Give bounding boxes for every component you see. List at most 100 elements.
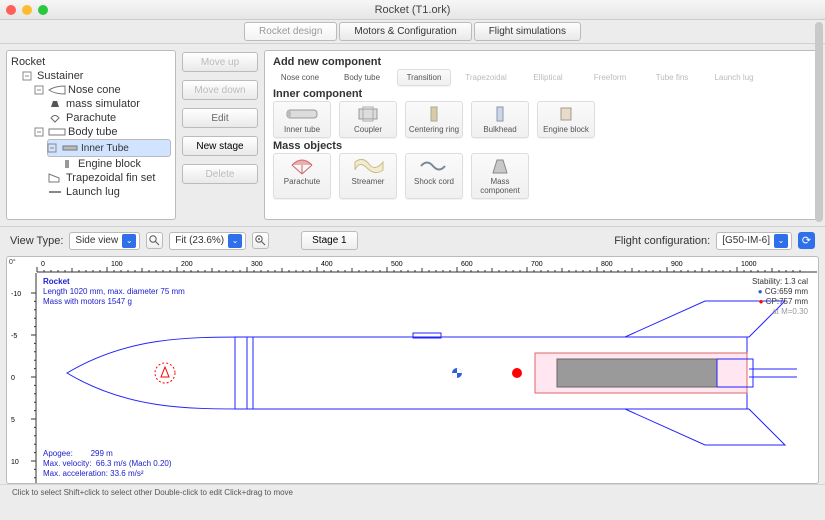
svg-text:900: 900 xyxy=(671,261,683,268)
stage-button[interactable]: Stage 1 xyxy=(301,231,357,250)
new-stage-button[interactable]: New stage xyxy=(182,136,258,156)
move-down-button[interactable]: Move down xyxy=(182,80,258,100)
zoom-icon[interactable] xyxy=(38,5,48,15)
parachute-icon xyxy=(47,113,63,123)
svg-text:700: 700 xyxy=(531,261,543,268)
main-tabbar: Rocket design Motors & Configuration Fli… xyxy=(0,20,825,44)
inner-tube-icon xyxy=(282,105,322,123)
stability-info: Stability: 1.3 cal ● CG:659 mm ● CP:757 … xyxy=(752,277,808,317)
add-trapezoidal-fin[interactable]: Trapezoidal xyxy=(459,69,513,86)
y-label: 0° xyxy=(9,259,16,266)
tree-root: Rocket Sustainer Nose cone xyxy=(11,55,171,199)
disclosure-icon[interactable] xyxy=(23,72,32,81)
body-tube-icon xyxy=(49,127,65,137)
minimize-icon[interactable] xyxy=(22,5,32,15)
palette-mass-row: Parachute Streamer Shock cord Mass compo… xyxy=(273,153,810,199)
zoom-out-button[interactable] xyxy=(146,232,163,249)
svg-text:5: 5 xyxy=(11,417,15,424)
add-body-tube[interactable]: Body tube xyxy=(335,69,389,86)
disclosure-icon[interactable] xyxy=(35,128,44,137)
centering-ring-icon xyxy=(414,105,454,123)
window-title: Rocket (T1.ork) xyxy=(0,4,825,16)
disclosure-icon[interactable] xyxy=(35,86,44,95)
palette-heading-inner: Inner component xyxy=(273,88,810,100)
tree-launch-lug[interactable]: Launch lug xyxy=(47,185,171,199)
mass-simulator-marker xyxy=(155,363,175,383)
window-scrollbar[interactable] xyxy=(815,22,823,498)
flight-config-new-button[interactable]: ⟳ xyxy=(798,232,815,249)
flight-data: Apogee: 299 m Max. velocity: 66.3 m/s (M… xyxy=(43,449,172,479)
tree-rocket[interactable]: Rocket xyxy=(11,55,171,69)
close-icon[interactable] xyxy=(6,5,16,15)
rocket-canvas[interactable]: 0° 01002003004005006007008009001000 -10-… xyxy=(6,256,819,484)
flight-config-select[interactable]: [G50-IM-6]⌄ xyxy=(716,232,792,250)
mass-component-icon xyxy=(480,157,520,175)
svg-text:400: 400 xyxy=(321,261,333,268)
chevron-down-icon: ⌄ xyxy=(122,234,136,248)
palette-heading-add: Add new component xyxy=(273,56,810,68)
design-info: Rocket Length 1020 mm, max. diameter 75 … xyxy=(43,277,185,307)
bulkhead-icon xyxy=(480,105,520,123)
add-freeform-fin[interactable]: Freeform xyxy=(583,69,637,86)
vertical-ruler: -10-50510 xyxy=(7,273,37,483)
inner-tube-icon xyxy=(62,143,78,153)
tree-action-buttons: Move up Move down Edit New stage Delete xyxy=(182,50,258,220)
add-mass-component[interactable]: Mass component xyxy=(471,153,529,199)
viewbar: View Type: Side view⌄ Fit (23.6%)⌄ Stage… xyxy=(0,226,825,254)
coupler-icon xyxy=(348,105,388,123)
tree-nose-cone[interactable]: Nose cone xyxy=(35,83,171,97)
add-centering-ring[interactable]: Centering ring xyxy=(405,101,463,138)
tree-inner-tube[interactable]: Inner Tube xyxy=(47,139,171,157)
scrollbar-thumb[interactable] xyxy=(815,22,823,222)
add-shock-cord[interactable]: Shock cord xyxy=(405,153,463,199)
svg-text:100: 100 xyxy=(111,261,123,268)
tree-parachute[interactable]: Parachute xyxy=(47,111,171,125)
svg-text:300: 300 xyxy=(251,261,263,268)
add-transition[interactable]: Transition xyxy=(397,69,451,86)
engine-block-icon xyxy=(59,159,75,169)
cp-marker xyxy=(512,368,522,378)
tree-stage[interactable]: Sustainer xyxy=(23,69,171,83)
delete-button[interactable]: Delete xyxy=(182,164,258,184)
add-launch-lug[interactable]: Launch lug xyxy=(707,69,761,86)
add-elliptical-fin[interactable]: Elliptical xyxy=(521,69,575,86)
svg-text:-10: -10 xyxy=(11,291,21,298)
zoom-in-button[interactable] xyxy=(252,232,269,249)
add-streamer[interactable]: Streamer xyxy=(339,153,397,199)
add-tube-fins[interactable]: Tube fins xyxy=(645,69,699,86)
move-up-button[interactable]: Move up xyxy=(182,52,258,72)
engine-block-icon xyxy=(546,105,586,123)
rocket-drawing: Rocket Length 1020 mm, max. diameter 75 … xyxy=(37,273,814,483)
tree-engine-block[interactable]: Engine block xyxy=(59,157,171,171)
view-type-select[interactable]: Side view⌄ xyxy=(69,232,140,250)
add-coupler[interactable]: Coupler xyxy=(339,101,397,138)
edit-button[interactable]: Edit xyxy=(182,108,258,128)
add-inner-tube[interactable]: Inner tube xyxy=(273,101,331,138)
cg-marker xyxy=(452,368,462,378)
svg-text:200: 200 xyxy=(181,261,193,268)
component-tree[interactable]: Rocket Sustainer Nose cone xyxy=(6,50,176,220)
svg-text:10: 10 xyxy=(11,459,19,466)
tree-body-tube[interactable]: Body tube xyxy=(35,125,171,139)
tab-motors-config[interactable]: Motors & Configuration xyxy=(339,22,471,41)
tab-rocket-design[interactable]: Rocket design xyxy=(244,22,337,41)
disclosure-icon[interactable] xyxy=(48,144,57,153)
svg-text:500: 500 xyxy=(391,261,403,268)
tree-finset[interactable]: Trapezoidal fin set xyxy=(47,171,171,185)
add-bulkhead[interactable]: Bulkhead xyxy=(471,101,529,138)
chevron-down-icon: ⌄ xyxy=(774,234,788,248)
svg-text:-5: -5 xyxy=(11,333,17,340)
add-engine-block[interactable]: Engine block xyxy=(537,101,595,138)
add-parachute[interactable]: Parachute xyxy=(273,153,331,199)
fin-icon xyxy=(47,173,63,183)
launch-lug-icon xyxy=(47,187,63,197)
tree-mass-sim[interactable]: mass simulator xyxy=(47,97,171,111)
streamer-icon xyxy=(348,157,388,175)
zoom-in-icon xyxy=(255,235,266,246)
zoom-select[interactable]: Fit (23.6%)⌄ xyxy=(169,232,246,250)
add-nose-cone[interactable]: Nose cone xyxy=(273,69,327,86)
horizontal-ruler: 01002003004005006007008009001000 xyxy=(37,257,814,273)
view-type-label: View Type: xyxy=(10,235,63,247)
svg-text:800: 800 xyxy=(601,261,613,268)
tab-flight-sims[interactable]: Flight simulations xyxy=(474,22,581,41)
